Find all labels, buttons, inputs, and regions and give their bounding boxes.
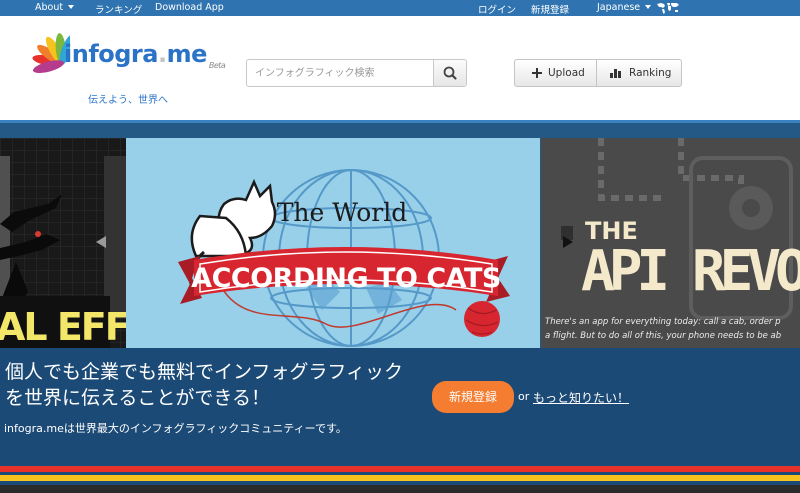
- right-slide-caption-1: There's an app for everything today: cal…: [545, 317, 781, 327]
- nav-about-label: About: [35, 2, 64, 13]
- search-box: [246, 59, 467, 87]
- upload-label: Upload: [548, 67, 585, 79]
- search-button[interactable]: [433, 60, 466, 86]
- hero-title-line-2: を世界に伝えることができる！: [5, 387, 271, 409]
- hero-title-line-1: 個人でも企業でも無料でインフォグラフィック: [5, 361, 404, 383]
- center-slide-subtitle: ACCORDING TO CATS: [191, 263, 501, 294]
- plus-icon: [532, 68, 542, 78]
- logo-wordmark[interactable]: infogra.me Beta: [64, 40, 226, 70]
- ranking-label: Ranking: [629, 67, 672, 79]
- top-nav-bar: About ランキング Download App ログイン 新規登録 Japan…: [0, 0, 800, 16]
- hero-title: 個人でも企業でも無料でインフォグラフィック を世界に伝えることができる！: [5, 359, 403, 411]
- search-icon: [443, 66, 457, 80]
- learn-more-link[interactable]: もっと知りたい！: [533, 389, 629, 406]
- logo-dot: .: [157, 40, 167, 68]
- logo-tagline: 伝えよう、世界へ: [88, 95, 168, 106]
- ranking-bars-icon: [610, 69, 621, 78]
- right-slide-title: API REVOLU: [581, 239, 800, 304]
- left-slide-title: AL EFFECTS: [0, 305, 126, 348]
- upload-button[interactable]: Upload: [515, 60, 596, 86]
- header-action-buttons: Upload Ranking: [514, 59, 682, 87]
- carousel-slide-prev[interactable]: AL EFFECTS: [0, 138, 126, 348]
- logo-main-text: infogra: [64, 40, 158, 68]
- nav-download-app-link[interactable]: Download App: [155, 2, 224, 13]
- caret-down-icon: [645, 5, 652, 9]
- language-dropdown[interactable]: Japanese: [597, 2, 652, 13]
- signup-cta-button[interactable]: 新規登録: [432, 381, 514, 413]
- carousel-slide-current[interactable]: The World ACCORDING TO CATS: [126, 138, 540, 348]
- or-text: or: [518, 390, 530, 403]
- search-input[interactable]: [247, 60, 433, 86]
- nav-ranking-link[interactable]: ランキング: [95, 2, 142, 16]
- decorative-stripes: [0, 461, 800, 493]
- caret-down-icon: [68, 5, 75, 9]
- center-slide-title: The World: [277, 198, 408, 227]
- ranking-button[interactable]: Ranking: [597, 60, 681, 86]
- hero-banner: 個人でも企業でも無料でインフォグラフィック を世界に伝えることができる！ inf…: [0, 348, 800, 461]
- nav-login-link[interactable]: ログイン: [478, 2, 516, 16]
- carousel-slide-next[interactable]: THE API REVOLU There's an app for everyt…: [541, 138, 800, 348]
- right-slide-caption-2: a flight. But to do all of this, your ph…: [545, 331, 781, 341]
- logo-me-text: me: [166, 40, 208, 68]
- hero-subtitle: infogra.meは世界最大のインフォグラフィックコミュニティーです。: [4, 422, 347, 435]
- logo-beta-label: Beta: [208, 61, 226, 70]
- nav-signup-link[interactable]: 新規登録: [531, 2, 569, 16]
- nav-about-dropdown[interactable]: About: [35, 2, 75, 13]
- language-label: Japanese: [597, 2, 641, 13]
